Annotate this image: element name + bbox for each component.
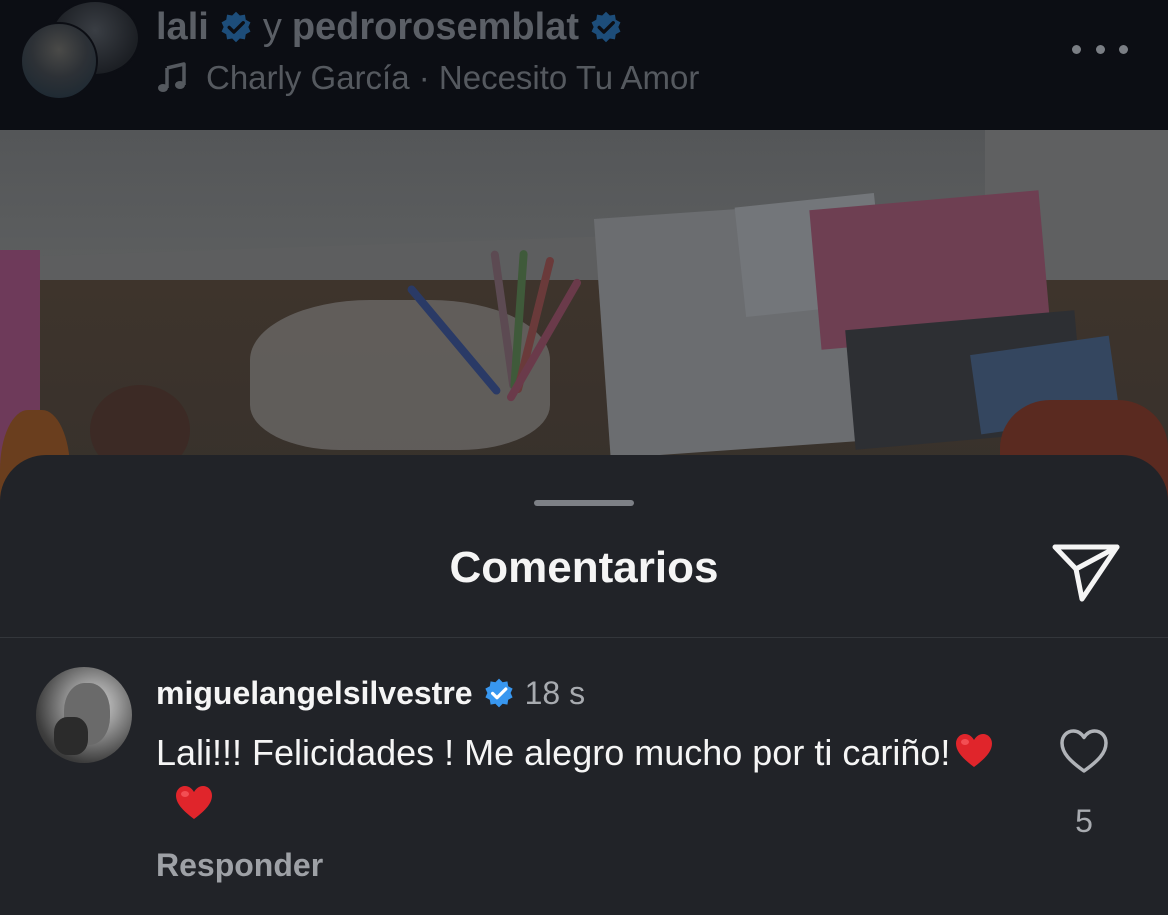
sheet-drag-handle[interactable]	[534, 500, 634, 506]
send-icon[interactable]	[1050, 539, 1122, 605]
comment-text: Lali!!! Felicidades ! Me alegro mucho po…	[156, 732, 951, 773]
reply-button[interactable]: Responder	[156, 847, 323, 884]
post-authors: lali y pedrorosemblat	[156, 2, 623, 52]
post-header: lali y pedrorosemblat Charly García · Ne…	[0, 0, 1168, 130]
verified-badge-icon	[221, 11, 251, 43]
authors-joiner: y	[262, 5, 282, 48]
sheet-divider	[0, 637, 1168, 638]
avatar-lali[interactable]	[20, 22, 98, 100]
sheet-title: Comentarios	[449, 543, 719, 592]
heart-icon[interactable]	[1058, 727, 1110, 775]
collab-avatars[interactable]	[20, 0, 140, 100]
comments-sheet: Comentarios miguelangelsilvestre 18 s La…	[0, 455, 1168, 915]
audio-title: Charly García · Necesito Tu Amor	[206, 59, 700, 96]
comment-body: Lali!!! Felicidades ! Me alegro mucho po…	[156, 727, 1016, 831]
comment-timestamp: 18 s	[524, 674, 586, 711]
avatar[interactable]	[36, 667, 132, 763]
author-secondary-name[interactable]: pedrorosemblat	[292, 6, 579, 49]
verified-badge-icon	[591, 11, 621, 43]
verified-badge-icon	[484, 678, 513, 708]
author-primary-name[interactable]: lali	[156, 6, 209, 49]
red-heart-emoji-icon	[956, 734, 993, 767]
comment-header: miguelangelsilvestre 18 s	[156, 671, 585, 715]
audio-attribution[interactable]: Charly García · Necesito Tu Amor	[156, 56, 699, 100]
more-options-icon[interactable]	[1072, 34, 1128, 64]
music-note-icon	[158, 62, 186, 92]
comment-username[interactable]: miguelangelsilvestre	[156, 675, 473, 712]
like-count: 5	[1075, 803, 1093, 839]
red-heart-emoji-icon	[176, 786, 212, 819]
